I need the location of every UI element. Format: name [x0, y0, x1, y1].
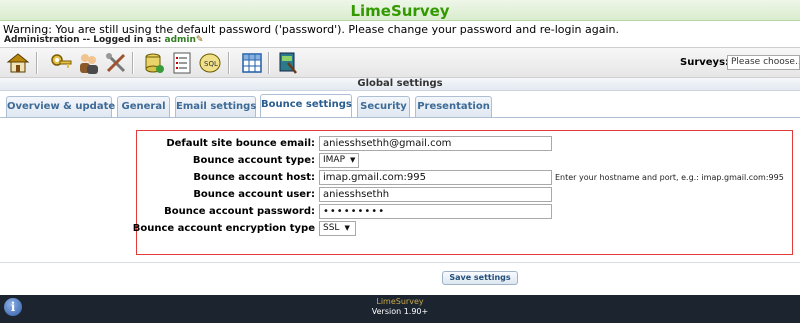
info-icon[interactable]: i [4, 298, 22, 316]
site-bounce-email-field[interactable]: aniesshsethh@gmail.com [319, 136, 552, 151]
home-icon[interactable] [6, 51, 30, 75]
encryption-type-label: Bounce account encryption type [132, 223, 315, 234]
admin-prefix: Administration -- Logged in as: [4, 35, 162, 45]
chevron-down-icon: ▼ [344, 224, 350, 232]
account-host-label: Bounce account host: [193, 172, 315, 183]
bounce-settings-form: Default site bounce email: aniesshsethh@… [133, 130, 793, 255]
row-account-host: Bounce account host: imap.gmail.com:995 … [137, 170, 792, 186]
tab-bounce-settings[interactable]: Bounce settings [260, 94, 352, 118]
settings-tabs: Overview & update General Email settings… [0, 94, 800, 118]
row-account-password: Bounce account password: ••••••••• [137, 204, 792, 220]
account-user-field[interactable]: aniesshsethh [319, 187, 552, 202]
account-user-label: Bounce account user: [193, 189, 315, 200]
main-toolbar: SQL Surveys: Please choose... [0, 47, 800, 78]
site-bounce-email-label: Default site bounce email: [166, 138, 315, 149]
users-icon[interactable] [76, 51, 100, 75]
toolbar-separator [228, 52, 230, 74]
tab-security[interactable]: Security [357, 96, 410, 117]
database-icon[interactable] [142, 51, 166, 75]
page-title-bar: Global settings [0, 78, 800, 91]
toolbar-separator [36, 52, 38, 74]
toolbar-separator [132, 52, 134, 74]
toolbar-separator [268, 52, 270, 74]
app-title: LimeSurvey [350, 2, 450, 20]
account-type-select[interactable]: IMAP ▼ [319, 153, 359, 168]
tab-email-settings[interactable]: Email settings [175, 96, 256, 117]
row-site-bounce-email: Default site bounce email: aniesshsethh@… [137, 136, 792, 152]
checklist-icon[interactable] [170, 51, 194, 75]
row-account-type: Bounce account type: IMAP ▼ [137, 153, 792, 169]
sql-backup-icon[interactable]: SQL [198, 51, 222, 75]
chevron-down-icon: ▼ [350, 156, 356, 164]
account-host-hint: Enter your hostname and port, e.g.: imap… [555, 173, 784, 182]
account-type-label: Bounce account type: [192, 155, 315, 166]
footer-version: Version 1.90+ [371, 307, 429, 316]
encryption-type-select[interactable]: SSL ▼ [319, 221, 356, 236]
surveys-select[interactable]: Please choose... [727, 55, 800, 70]
key-icon[interactable] [50, 51, 74, 75]
tab-presentation[interactable]: Presentation [415, 96, 492, 117]
tools-icon[interactable] [104, 51, 128, 75]
account-host-field[interactable]: imap.gmail.com:995 [319, 170, 552, 185]
account-password-label: Bounce account password: [164, 206, 315, 217]
footer: LimeSurvey Version 1.90+ [0, 295, 800, 323]
row-account-user: Bounce account user: aniesshsethh [137, 187, 792, 203]
grid-icon[interactable] [240, 51, 264, 75]
account-type-value: IMAP [323, 155, 346, 165]
encryption-type-value: SSL [323, 223, 340, 233]
app-header: LimeSurvey [0, 0, 800, 21]
row-encryption-type: Bounce account encryption type SSL ▼ [133, 221, 792, 237]
account-password-field[interactable]: ••••••••• [319, 204, 552, 219]
page-title: Global settings [357, 78, 443, 89]
tab-overview-update[interactable]: Overview & update [6, 96, 115, 117]
admin-bar: Administration -- Logged in as: admin✎ [0, 35, 800, 47]
tab-general[interactable]: General [117, 96, 170, 117]
surveys-label: Surveys: [680, 57, 730, 68]
template-editor-icon[interactable] [276, 51, 300, 75]
svg-text:SQL: SQL [204, 60, 218, 68]
edit-user-icon[interactable]: ✎ [196, 35, 204, 45]
footer-app-name: LimeSurvey [376, 297, 424, 306]
admin-username[interactable]: admin [165, 35, 196, 45]
save-settings-button[interactable]: Save settings [442, 271, 518, 285]
